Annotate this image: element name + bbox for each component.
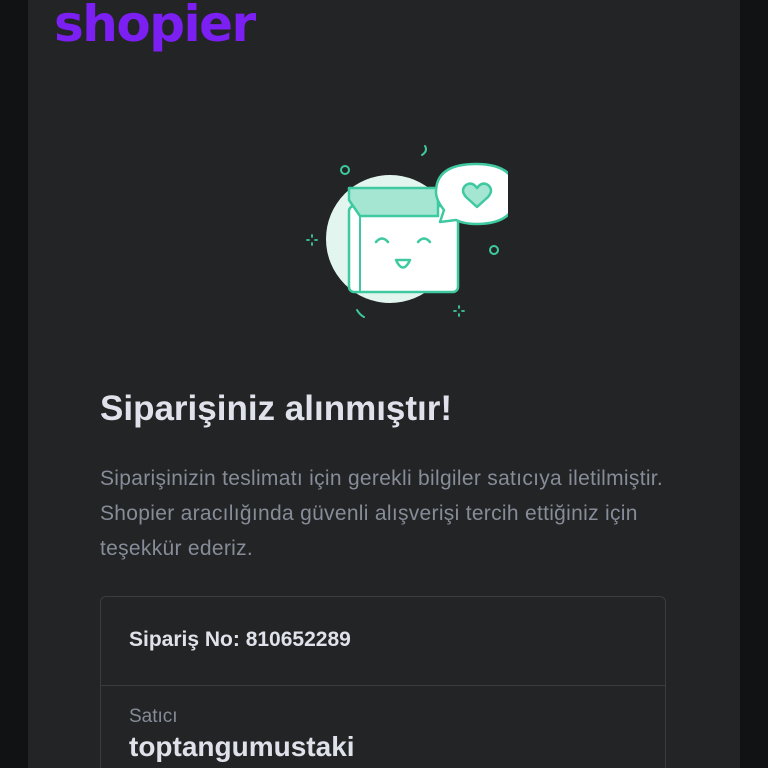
order-info-box: Sipariş No: 810652289 Satıcı toptangumus… <box>100 596 666 768</box>
seller-label: Satıcı <box>129 706 178 727</box>
order-number-value: 810652289 <box>245 628 351 651</box>
happy-box-icon <box>306 145 518 318</box>
shopier-logo: shopier <box>54 0 256 53</box>
order-number-row: Sipariş No: 810652289 <box>101 597 665 686</box>
order-success-illustration <box>268 140 518 330</box>
confirmation-description: Siparişinizin teslimatı için gerekli bil… <box>100 467 664 560</box>
order-confirmation-card: shopier Siparişiniz alınmıştır! Siparişi… <box>28 0 740 768</box>
confirmation-title: Siparişiniz alınmıştır! <box>100 389 453 428</box>
order-number-label: Sipariş No: <box>129 628 240 651</box>
order-number: Sipariş No: 810652289 <box>129 628 351 652</box>
seller-name: toptangumustaki <box>129 731 355 762</box>
